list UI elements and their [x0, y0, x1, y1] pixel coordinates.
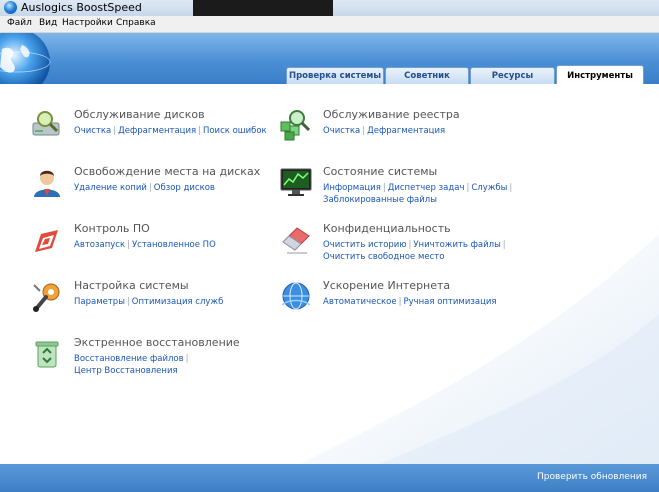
tab-system-check[interactable]: Проверка системы: [286, 67, 384, 84]
check-updates-link[interactable]: Проверить обновления: [537, 472, 647, 482]
tool-title: Контроль ПО: [74, 222, 150, 235]
link-system-info[interactable]: Информация: [323, 183, 381, 193]
link-clear-history[interactable]: Очистить историю: [323, 240, 406, 250]
registry-magnifier-icon: [280, 110, 311, 141]
monitor-chart-icon: [280, 168, 312, 196]
link-services[interactable]: Службы: [471, 183, 507, 193]
menu-bar: Файл Вид Настройки Справка: [0, 16, 659, 33]
menu-settings[interactable]: Настройки: [62, 18, 113, 28]
menu-help[interactable]: Справка: [116, 18, 156, 28]
link-rescue-center[interactable]: Центр Восстановления: [74, 366, 178, 376]
link-wipe-free-space[interactable]: Очистить свободное место: [323, 252, 444, 262]
tool-title: Освобождение места на дисках: [74, 165, 261, 178]
eraser-icon: [282, 227, 310, 254]
tool-title: Обслуживание реестра: [323, 108, 460, 121]
tool-links: Восстановление файлов |Центр Восстановлен…: [74, 354, 189, 376]
tool-links: Очистка | Дефрагментация | Поиск ошибок: [74, 126, 267, 136]
tool-title: Состояние системы: [323, 165, 438, 178]
menu-view[interactable]: Вид: [39, 18, 57, 28]
link-task-manager[interactable]: Диспетчер задач: [388, 183, 465, 193]
title-bar-background-window: [193, 0, 333, 16]
wrench-gear-icon: [33, 283, 60, 312]
app-logo-icon: [4, 1, 17, 14]
link-autorun[interactable]: Автозапуск: [74, 240, 125, 250]
tool-links: Удаление копий | Обзор дисков: [74, 183, 215, 193]
globe-logo-icon: [0, 33, 51, 84]
tool-title: Ускорение Интернета: [323, 279, 451, 292]
tool-title: Конфиденциальность: [323, 222, 451, 235]
link-registry-cleanup[interactable]: Очистка: [323, 126, 360, 136]
title-bar: Auslogics BoostSpeed: [0, 0, 659, 16]
tool-links: Автозапуск | Установленное ПО: [74, 240, 216, 250]
link-automatic[interactable]: Автоматическое: [323, 297, 397, 307]
disk-magnifier-icon: [32, 111, 60, 136]
link-manual-optimization[interactable]: Ручная оптимизация: [403, 297, 496, 307]
footer-bar: Проверить обновления: [0, 464, 659, 492]
link-shred-files[interactable]: Уничтожить файлы: [413, 240, 500, 250]
tool-links: Очистить историю | Уничтожить файлы | Очисти…: [323, 240, 506, 262]
tool-title: Обслуживание дисков: [74, 108, 205, 121]
tools-panel: Обслуживание дисков Очистка | Дефрагментац…: [0, 84, 659, 464]
link-installed-software[interactable]: Установленное ПО: [132, 240, 216, 250]
user-icon: [34, 170, 60, 197]
menu-file[interactable]: Файл: [7, 18, 32, 28]
header-band: Проверка системы Советник Ресурсы Инстру…: [0, 33, 659, 84]
recycle-bin-icon: [35, 341, 59, 368]
tab-tools[interactable]: Инструменты: [556, 65, 644, 84]
link-remove-duplicates[interactable]: Удаление копий: [74, 183, 147, 193]
globe-network-icon: [281, 282, 311, 310]
link-disk-cleanup[interactable]: Очистка: [74, 126, 111, 136]
window-title: Auslogics BoostSpeed: [21, 1, 142, 14]
link-disk-explorer[interactable]: Обзор дисков: [154, 183, 215, 193]
background-swoosh: [300, 234, 659, 464]
link-service-optimization[interactable]: Оптимизация служб: [132, 297, 224, 307]
tool-links: Параметры | Оптимизация служб: [74, 297, 224, 307]
link-registry-defrag[interactable]: Дефрагментация: [367, 126, 445, 136]
tab-advisor[interactable]: Советник: [385, 67, 469, 84]
link-locked-files[interactable]: Заблокированные файлы: [323, 195, 437, 205]
link-file-recovery[interactable]: Восстановление файлов: [74, 354, 184, 364]
tool-links: Автоматическое | Ручная оптимизация: [323, 297, 497, 307]
link-parameters[interactable]: Параметры: [74, 297, 125, 307]
tool-title: Настройка системы: [74, 279, 189, 292]
link-disk-defrag[interactable]: Дефрагментация: [118, 126, 196, 136]
tool-links: Информация | Диспетчер задач | Службы | Заблок…: [323, 183, 513, 205]
tool-links: Очистка | Дефрагментация: [323, 126, 446, 136]
tool-title: Экстренное восстановление: [74, 336, 240, 349]
software-box-icon: [35, 230, 58, 252]
link-disk-check[interactable]: Поиск ошибок: [203, 126, 267, 136]
tab-resources[interactable]: Ресурсы: [470, 67, 555, 84]
